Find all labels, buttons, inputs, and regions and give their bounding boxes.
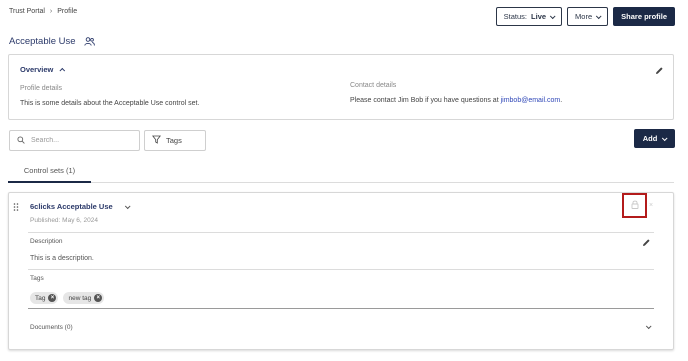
tab-bar: Control sets (1) xyxy=(8,160,674,183)
control-set-title[interactable]: 6clicks Acceptable Use xyxy=(30,202,131,211)
tab-control-sets-label: Control sets (1) xyxy=(23,166,76,175)
lock-button[interactable] xyxy=(622,193,647,218)
profile-details-label: Profile details xyxy=(20,85,63,92)
status-dropdown[interactable]: Status: Live xyxy=(495,7,563,26)
chevron-down-icon xyxy=(596,12,602,19)
users-icon[interactable] xyxy=(83,37,95,46)
lock-icon xyxy=(631,200,639,211)
remove-tag-icon[interactable]: × xyxy=(48,294,57,302)
chevron-down-icon[interactable] xyxy=(124,202,131,209)
chevron-right-icon: › xyxy=(49,8,53,15)
status-label: Status: xyxy=(503,12,528,21)
drag-handle-icon[interactable] xyxy=(13,203,19,211)
divider xyxy=(28,269,654,270)
more-dropdown[interactable]: More xyxy=(567,7,609,26)
tags-filter-label: Tags xyxy=(166,136,182,145)
header-actions: Status: Live More Share profile xyxy=(495,7,675,26)
more-label: More xyxy=(575,12,593,21)
edit-overview-icon[interactable] xyxy=(655,66,664,75)
tags-filter-button[interactable]: Tags xyxy=(144,130,206,151)
edit-description-icon[interactable] xyxy=(642,238,651,247)
tags-label: Tags xyxy=(30,275,44,282)
tag-chip-label: Tag xyxy=(35,294,46,302)
divider xyxy=(28,232,654,233)
share-profile-label: Share profile xyxy=(621,12,667,21)
contact-suffix: . xyxy=(560,97,563,104)
chevron-up-icon xyxy=(59,67,66,74)
chevron-down-icon xyxy=(662,134,668,141)
remove-tag-icon[interactable]: × xyxy=(94,294,103,302)
remove-control-set-icon[interactable]: × xyxy=(649,202,653,209)
contact-email-link[interactable]: jimbob@email.com xyxy=(501,97,561,104)
profile-details-text: This is some details about the Acceptabl… xyxy=(20,100,200,107)
contact-details-label: Contact details xyxy=(350,82,397,89)
status-value: Live xyxy=(531,12,547,21)
description-text: This is a description. xyxy=(30,255,94,262)
documents-label: Documents (0) xyxy=(30,324,73,331)
chevron-down-icon xyxy=(549,12,556,19)
search-input[interactable] xyxy=(31,137,131,144)
add-button[interactable]: Add xyxy=(634,129,675,148)
divider xyxy=(28,308,654,309)
page-title: Acceptable Use xyxy=(9,36,95,47)
overview-card: Overview Profile details This is some de… xyxy=(8,54,674,120)
description-label: Description xyxy=(30,238,63,245)
chevron-down-icon[interactable] xyxy=(645,323,652,330)
contact-details-text: Please contact Jim Bob if you have quest… xyxy=(350,97,562,104)
overview-toggle[interactable]: Overview xyxy=(20,65,66,74)
breadcrumb-item-trust-portal[interactable]: Trust Portal xyxy=(9,8,45,15)
tag-chip: Tag × xyxy=(30,292,59,304)
tags-list: Tag × new tag × xyxy=(30,292,105,304)
search-icon xyxy=(17,135,25,146)
overview-title: Overview xyxy=(20,65,54,74)
control-set-card: 6clicks Acceptable Use Published: May 6,… xyxy=(8,192,674,350)
control-set-title-text: 6clicks Acceptable Use xyxy=(30,202,113,211)
page-title-text: Acceptable Use xyxy=(9,36,76,47)
tag-chip-label: new tag xyxy=(68,294,92,302)
search-input-wrapper xyxy=(9,130,140,151)
breadcrumb: Trust Portal › Profile xyxy=(9,8,77,15)
share-profile-button[interactable]: Share profile xyxy=(613,7,675,26)
breadcrumb-item-profile: Profile xyxy=(57,8,78,15)
filter-icon xyxy=(151,135,162,146)
contact-text: Please contact Jim Bob if you have quest… xyxy=(350,97,499,104)
published-date: Published: May 6, 2024 xyxy=(30,217,98,224)
add-label: Add xyxy=(642,134,658,143)
tag-chip: new tag × xyxy=(63,292,105,304)
tab-control-sets[interactable]: Control sets (1) xyxy=(8,160,91,183)
